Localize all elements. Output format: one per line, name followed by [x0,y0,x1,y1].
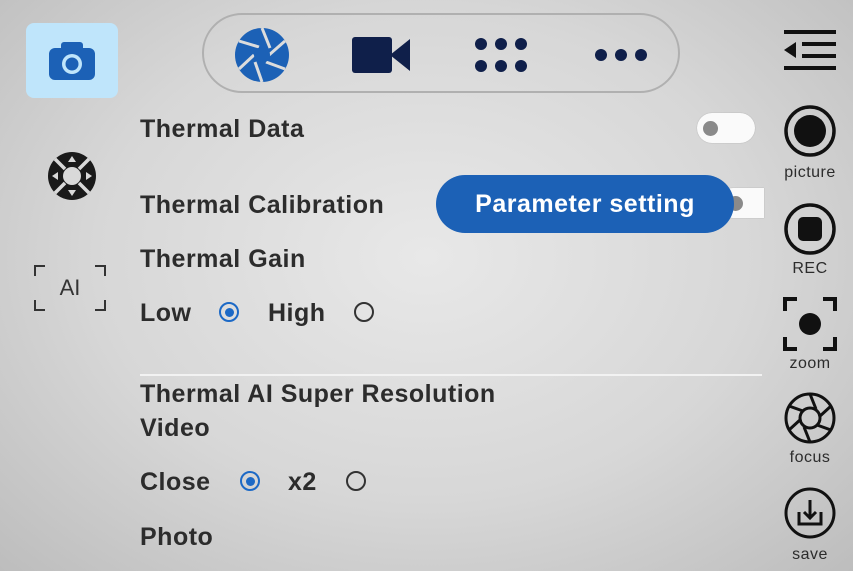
toggle-knob [703,121,718,136]
zoom-button[interactable]: zoom [775,295,845,377]
picture-button[interactable]: picture [775,104,845,186]
save-button[interactable]: save [775,486,845,568]
video-camera-icon [352,37,410,73]
rec-button[interactable]: REC [775,202,845,282]
dpad-icon[interactable] [44,148,100,204]
save-label: save [792,546,828,563]
gain-high-radio[interactable] [354,302,374,322]
thermal-calibration-label: Thermal Calibration [140,191,385,219]
mode-video[interactable] [350,27,412,83]
mode-grid[interactable] [470,27,532,83]
rec-label: REC [792,260,828,277]
zoom-focus-icon [783,297,837,351]
mode-more[interactable] [590,27,652,83]
focus-button[interactable]: focus [775,391,845,471]
gain-low-radio[interactable] [219,302,239,322]
picture-label: picture [784,164,836,181]
video-subtitle: Video [140,414,211,442]
section-divider [140,374,762,376]
video-x2-radio[interactable] [346,471,366,491]
gain-high-label: High [268,299,326,327]
save-download-icon [784,487,836,539]
camera-tab[interactable] [26,23,118,98]
record-stop-icon [784,203,836,255]
camera-icon [49,41,95,80]
ai-label: AI [59,275,81,300]
zoom-label: zoom [789,355,831,372]
mode-photo[interactable] [232,27,292,83]
shutter-icon [784,105,836,157]
ai-button[interactable]: AI [33,264,107,312]
parameter-setting-button[interactable]: Parameter setting [436,175,734,233]
thermal-gain-label: Thermal Gain [140,245,306,273]
grid-icon [475,38,527,72]
thermal-data-toggle[interactable] [697,113,755,143]
gain-low-label: Low [140,299,192,327]
video-close-radio[interactable] [240,471,260,491]
super-resolution-title: Thermal AI Super Resolution [140,380,496,408]
video-x2-label: x2 [288,468,317,496]
focus-aperture-icon [784,392,836,444]
video-close-label: Close [140,468,211,496]
more-icon [595,49,647,61]
aperture-icon [235,27,289,83]
focus-label: focus [789,449,831,466]
camera-settings-screen: AI Thermal Data Thermal Calibration Para… [0,0,853,571]
photo-subtitle: Photo [140,523,214,551]
thermal-data-label: Thermal Data [140,115,305,143]
collapse-menu-icon[interactable] [782,28,838,72]
